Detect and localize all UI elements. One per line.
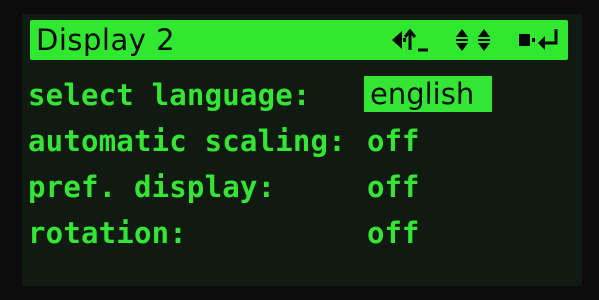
menu-row-automatic-scaling[interactable]: automatic scaling: off [28, 124, 576, 164]
display-screen: Display 2 select language: english autom… [22, 14, 582, 286]
title-bar: Display 2 [30, 20, 568, 60]
menu-row-pref-display[interactable]: pref. display: off [28, 170, 576, 210]
rotation-value[interactable]: off [367, 216, 419, 250]
pref-display-value[interactable]: off [367, 170, 419, 204]
up-down-arrows-icon [454, 26, 494, 54]
menu-label: select language: [28, 78, 311, 112]
menu-row-rotation[interactable]: rotation: off [28, 216, 576, 256]
back-arrow-icon [390, 26, 430, 54]
menu-label: pref. display: [28, 170, 276, 204]
menu-label: automatic scaling: [28, 124, 346, 158]
menu-row-language[interactable]: select language: english [28, 76, 576, 118]
page-title: Display 2 [36, 23, 176, 57]
nav-hint-icons [390, 25, 560, 55]
device-bezel: Display 2 select language: english autom… [0, 0, 599, 300]
enter-icon [518, 26, 560, 54]
language-value[interactable]: english [364, 76, 493, 112]
menu-label: rotation: [28, 216, 187, 250]
automatic-scaling-value[interactable]: off [367, 124, 419, 158]
